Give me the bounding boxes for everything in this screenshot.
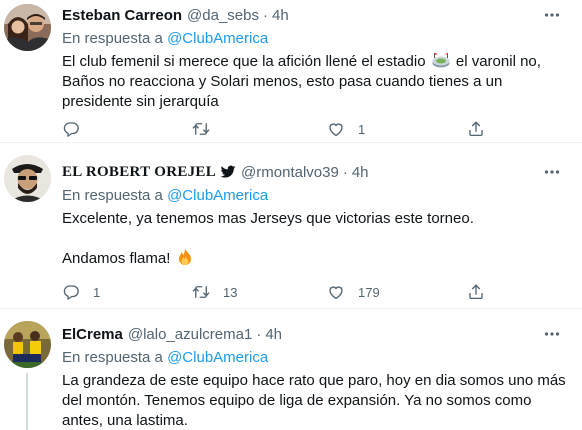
more-horizontal-icon (544, 170, 560, 174)
tweet-text-line: antes, una lastima. (62, 412, 188, 429)
timestamp[interactable]: 4h (272, 7, 289, 24)
reply-context: En respuesta a @ClubAmerica (62, 28, 570, 50)
tweet-text-line: Excelente, ya tenemos mas Jerseys que vi… (62, 210, 474, 227)
share-icon (469, 121, 483, 137)
tweet-text-line: el varonil no, (455, 53, 541, 70)
retweet-button[interactable] (192, 120, 223, 138)
reply-icon (63, 285, 79, 300)
stadium-emoji (432, 53, 450, 68)
reply-mention-link[interactable]: @ClubAmerica (167, 30, 268, 47)
tweet-header: ElCrema @lalo_azulcrema1 · 4h (62, 323, 570, 345)
twitter-bird-icon (220, 165, 236, 178)
thread-line (26, 373, 28, 430)
more-horizontal-icon (544, 13, 560, 17)
timestamp[interactable]: 4h (265, 326, 282, 343)
avatar[interactable] (4, 155, 51, 202)
tweet-text-line: La grandeza de este equipo hace rato que… (62, 372, 566, 389)
tweet-content: Esteban Carreon @da_sebs · 4h En respues… (62, 4, 570, 112)
user-handle[interactable]: @rmontalvo39 (241, 164, 339, 181)
retweet-icon (192, 123, 210, 135)
avatar[interactable] (4, 4, 51, 51)
tweet-text: La grandeza de este equipo hace rato que… (62, 371, 570, 430)
reply-context: En respuesta a @ClubAmerica (62, 347, 570, 369)
tweet-text-line: presidente sin jerarquía (62, 93, 219, 110)
reply-context: En respuesta a @ClubAmerica (62, 185, 570, 207)
tweet-el-robert-orejel[interactable]: EL ROBERT OREJEL @rmontalvo39 · 4h En re… (0, 143, 582, 309)
more-options-button[interactable] (540, 161, 564, 183)
tweet-elcrema[interactable]: ElCrema @lalo_azulcrema1 · 4h En respues… (0, 309, 582, 430)
tweet-text-line: El club femenil si merece que la afición… (62, 53, 426, 70)
tweet-content: ElCrema @lalo_azulcrema1 · 4h En respues… (62, 323, 570, 430)
avatar[interactable] (4, 321, 51, 368)
tweet-header: EL ROBERT OREJEL @rmontalvo39 · 4h (62, 161, 570, 183)
reply-prefix: En respuesta a (62, 30, 163, 47)
more-options-button[interactable] (540, 4, 564, 26)
tweet-text: El club femenil si merece que la afición… (62, 52, 570, 112)
tweet-text: Excelente, ya tenemos mas Jerseys que vi… (62, 209, 570, 269)
fire-emoji (178, 248, 191, 265)
tweet-text-line: del montón. Tenemos equipo de liga de ex… (62, 392, 532, 409)
display-name[interactable]: Esteban Carreon (62, 7, 182, 24)
timestamp[interactable]: 4h (352, 164, 369, 181)
like-count: 179 (358, 284, 380, 300)
retweet-count: 13 (223, 284, 238, 300)
tweet-esteban-carreon[interactable]: Esteban Carreon @da_sebs · 4h En respues… (0, 0, 582, 143)
separator-dot: · (256, 325, 262, 343)
separator-dot: · (342, 163, 348, 181)
reply-icon (63, 122, 79, 137)
user-handle[interactable]: @lalo_azulcrema1 (128, 326, 252, 343)
tweet-header: Esteban Carreon @da_sebs · 4h (62, 4, 570, 26)
reply-mention-link[interactable]: @ClubAmerica (167, 349, 268, 366)
heart-icon (329, 286, 343, 300)
user-handle[interactable]: @da_sebs (187, 7, 259, 24)
reply-prefix: En respuesta a (62, 187, 163, 204)
reply-button[interactable] (62, 120, 93, 138)
reply-prefix: En respuesta a (62, 349, 163, 366)
like-count: 1 (358, 121, 366, 137)
reply-count: 1 (93, 284, 101, 300)
retweet-icon (192, 286, 210, 298)
like-button[interactable]: 179 (327, 283, 380, 301)
heart-icon (329, 123, 343, 137)
share-button[interactable] (467, 283, 485, 301)
more-options-button[interactable] (540, 323, 564, 345)
tweet-content: EL ROBERT OREJEL @rmontalvo39 · 4h En re… (62, 161, 570, 269)
tweet-text-line: Andamos flama! (62, 250, 171, 267)
like-button[interactable]: 1 (327, 120, 365, 138)
tweet-text-line: Baños no reacciona y Solari menos, esto … (62, 73, 503, 90)
retweet-button[interactable]: 13 (192, 283, 237, 301)
separator-dot: · (263, 6, 268, 24)
reply-mention-link[interactable]: @ClubAmerica (167, 187, 268, 204)
share-icon (469, 284, 483, 300)
display-name[interactable]: EL ROBERT OREJEL (62, 164, 216, 181)
more-horizontal-icon (544, 332, 560, 336)
reply-button[interactable]: 1 (62, 283, 100, 301)
share-button[interactable] (467, 120, 485, 138)
display-name[interactable]: ElCrema (62, 326, 123, 343)
